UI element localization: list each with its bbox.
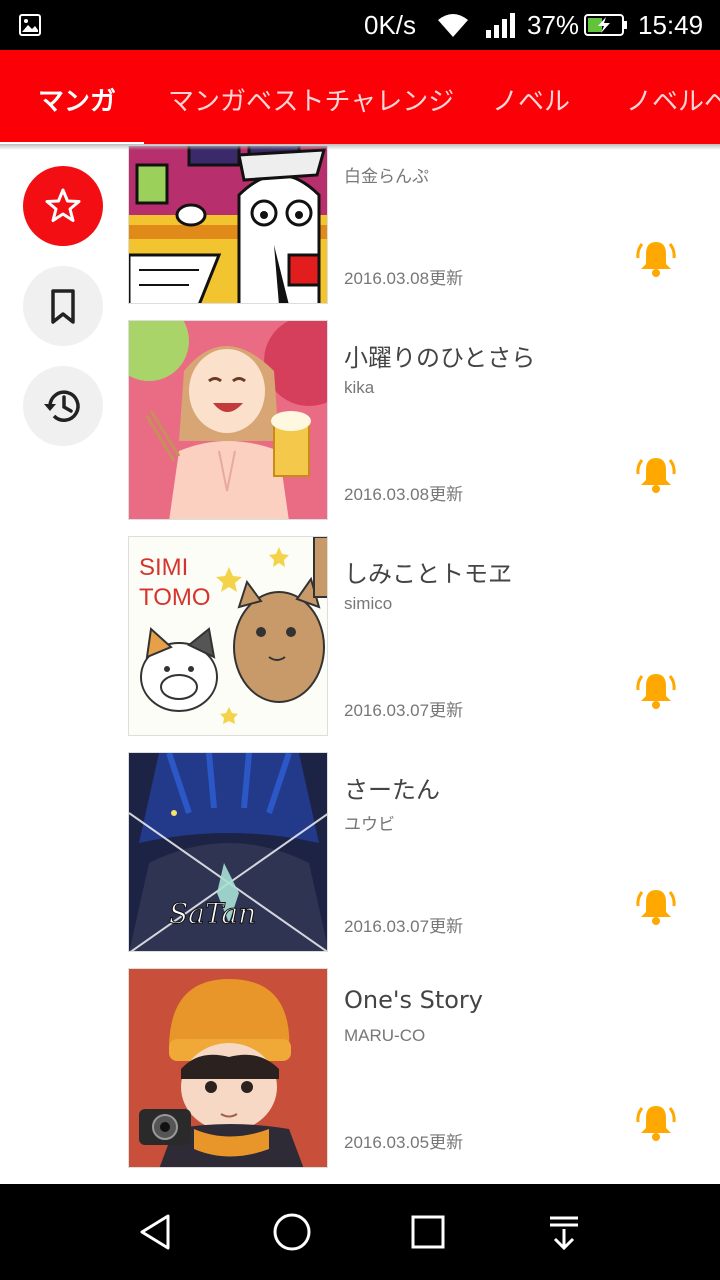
item-title[interactable]: 小躍りのひとさら <box>344 338 535 373</box>
cover-thumbnail[interactable] <box>128 320 328 520</box>
manga-list[interactable]: 白金らんぷ 2016.03.08更新 小躍りのひとさら kika 2016.03… <box>0 146 720 1182</box>
cover-art-boy-with-camera <box>129 969 327 1167</box>
notification-bell-icon[interactable] <box>634 452 678 496</box>
tab-manga[interactable]: マンガ <box>38 81 116 118</box>
battery-charging-icon <box>584 14 627 36</box>
home-icon[interactable] <box>270 1210 314 1254</box>
tab-manga-best-challenge[interactable]: マンガベストチャレンジ <box>168 81 454 118</box>
list-item[interactable]: SIMI TOMO しみことトモヱ simico 2016.03.07更新 <box>128 536 720 736</box>
cover-art-cat-cafe <box>129 146 327 303</box>
network-speed: 0K/s <box>364 10 417 40</box>
history-icon <box>44 390 80 422</box>
tab-novel[interactable]: ノベル <box>492 81 570 118</box>
cover-art-smiling-girl <box>129 321 327 519</box>
category-tab-bar: マンガ マンガベストチャレンジ ノベル ノベルベ <box>0 50 720 144</box>
history-button[interactable] <box>23 366 103 446</box>
recents-icon[interactable] <box>406 1210 450 1254</box>
tab-novel-best[interactable]: ノベルベ <box>626 81 720 118</box>
cover-logo-text: SaTan <box>169 897 256 930</box>
cover-art-dark-figure: SaTan <box>129 753 327 951</box>
item-updated-date: 2016.03.08更新 <box>344 269 464 288</box>
favorites-button[interactable] <box>23 166 103 246</box>
notification-bell-icon[interactable] <box>634 884 678 928</box>
list-item[interactable]: 白金らんぷ 2016.03.08更新 <box>128 146 720 304</box>
list-item[interactable]: SaTan さーたん ユウビ 2016.03.07更新 <box>128 752 720 952</box>
bookmarks-button[interactable] <box>23 266 103 346</box>
item-title[interactable]: さーたん <box>344 770 440 805</box>
item-author: MARU-CO <box>344 1026 426 1045</box>
cover-art-two-cats: SIMI TOMO <box>129 537 327 735</box>
signal-icon <box>486 13 515 38</box>
item-updated-date: 2016.03.07更新 <box>344 701 464 720</box>
notification-bell-icon[interactable] <box>634 668 678 712</box>
cover-thumbnail[interactable] <box>128 146 328 304</box>
notification-bell-icon[interactable] <box>634 1100 678 1144</box>
item-updated-date: 2016.03.05更新 <box>344 1133 464 1152</box>
battery-percent: 37% <box>527 10 580 40</box>
star-icon <box>45 188 81 222</box>
back-icon[interactable] <box>134 1210 178 1254</box>
status-bar: 0K/s 37% 15:49 <box>0 0 720 50</box>
item-title[interactable]: One's Story <box>344 986 483 1014</box>
item-updated-date: 2016.03.08更新 <box>344 485 464 504</box>
item-author: kika <box>344 378 375 397</box>
item-title[interactable]: しみことトモヱ <box>344 554 512 589</box>
cover-thumbnail[interactable] <box>128 968 328 1168</box>
wifi-icon <box>438 14 468 37</box>
cover-thumbnail[interactable]: SIMI TOMO <box>128 536 328 736</box>
notification-bell-icon[interactable] <box>634 236 678 280</box>
list-item[interactable]: One's Story MARU-CO 2016.03.05更新 <box>128 968 720 1168</box>
item-author: ユウビ <box>344 815 395 834</box>
cover-text-tomo: TOMO <box>139 584 211 611</box>
clock: 15:49 <box>638 10 704 40</box>
item-updated-date: 2016.03.07更新 <box>344 917 464 936</box>
system-nav-bar <box>0 1184 720 1280</box>
cover-thumbnail[interactable]: SaTan <box>128 752 328 952</box>
bookmark-icon <box>51 289 75 324</box>
tab-bar-shadow <box>0 144 720 150</box>
notification-pull-icon[interactable] <box>542 1210 586 1254</box>
cover-text-simi: SIMI <box>139 554 188 581</box>
gallery-icon <box>19 14 41 36</box>
item-author: simico <box>344 594 393 613</box>
list-item[interactable]: 小躍りのひとさら kika 2016.03.08更新 <box>128 320 720 520</box>
item-author: 白金らんぷ <box>344 167 429 186</box>
